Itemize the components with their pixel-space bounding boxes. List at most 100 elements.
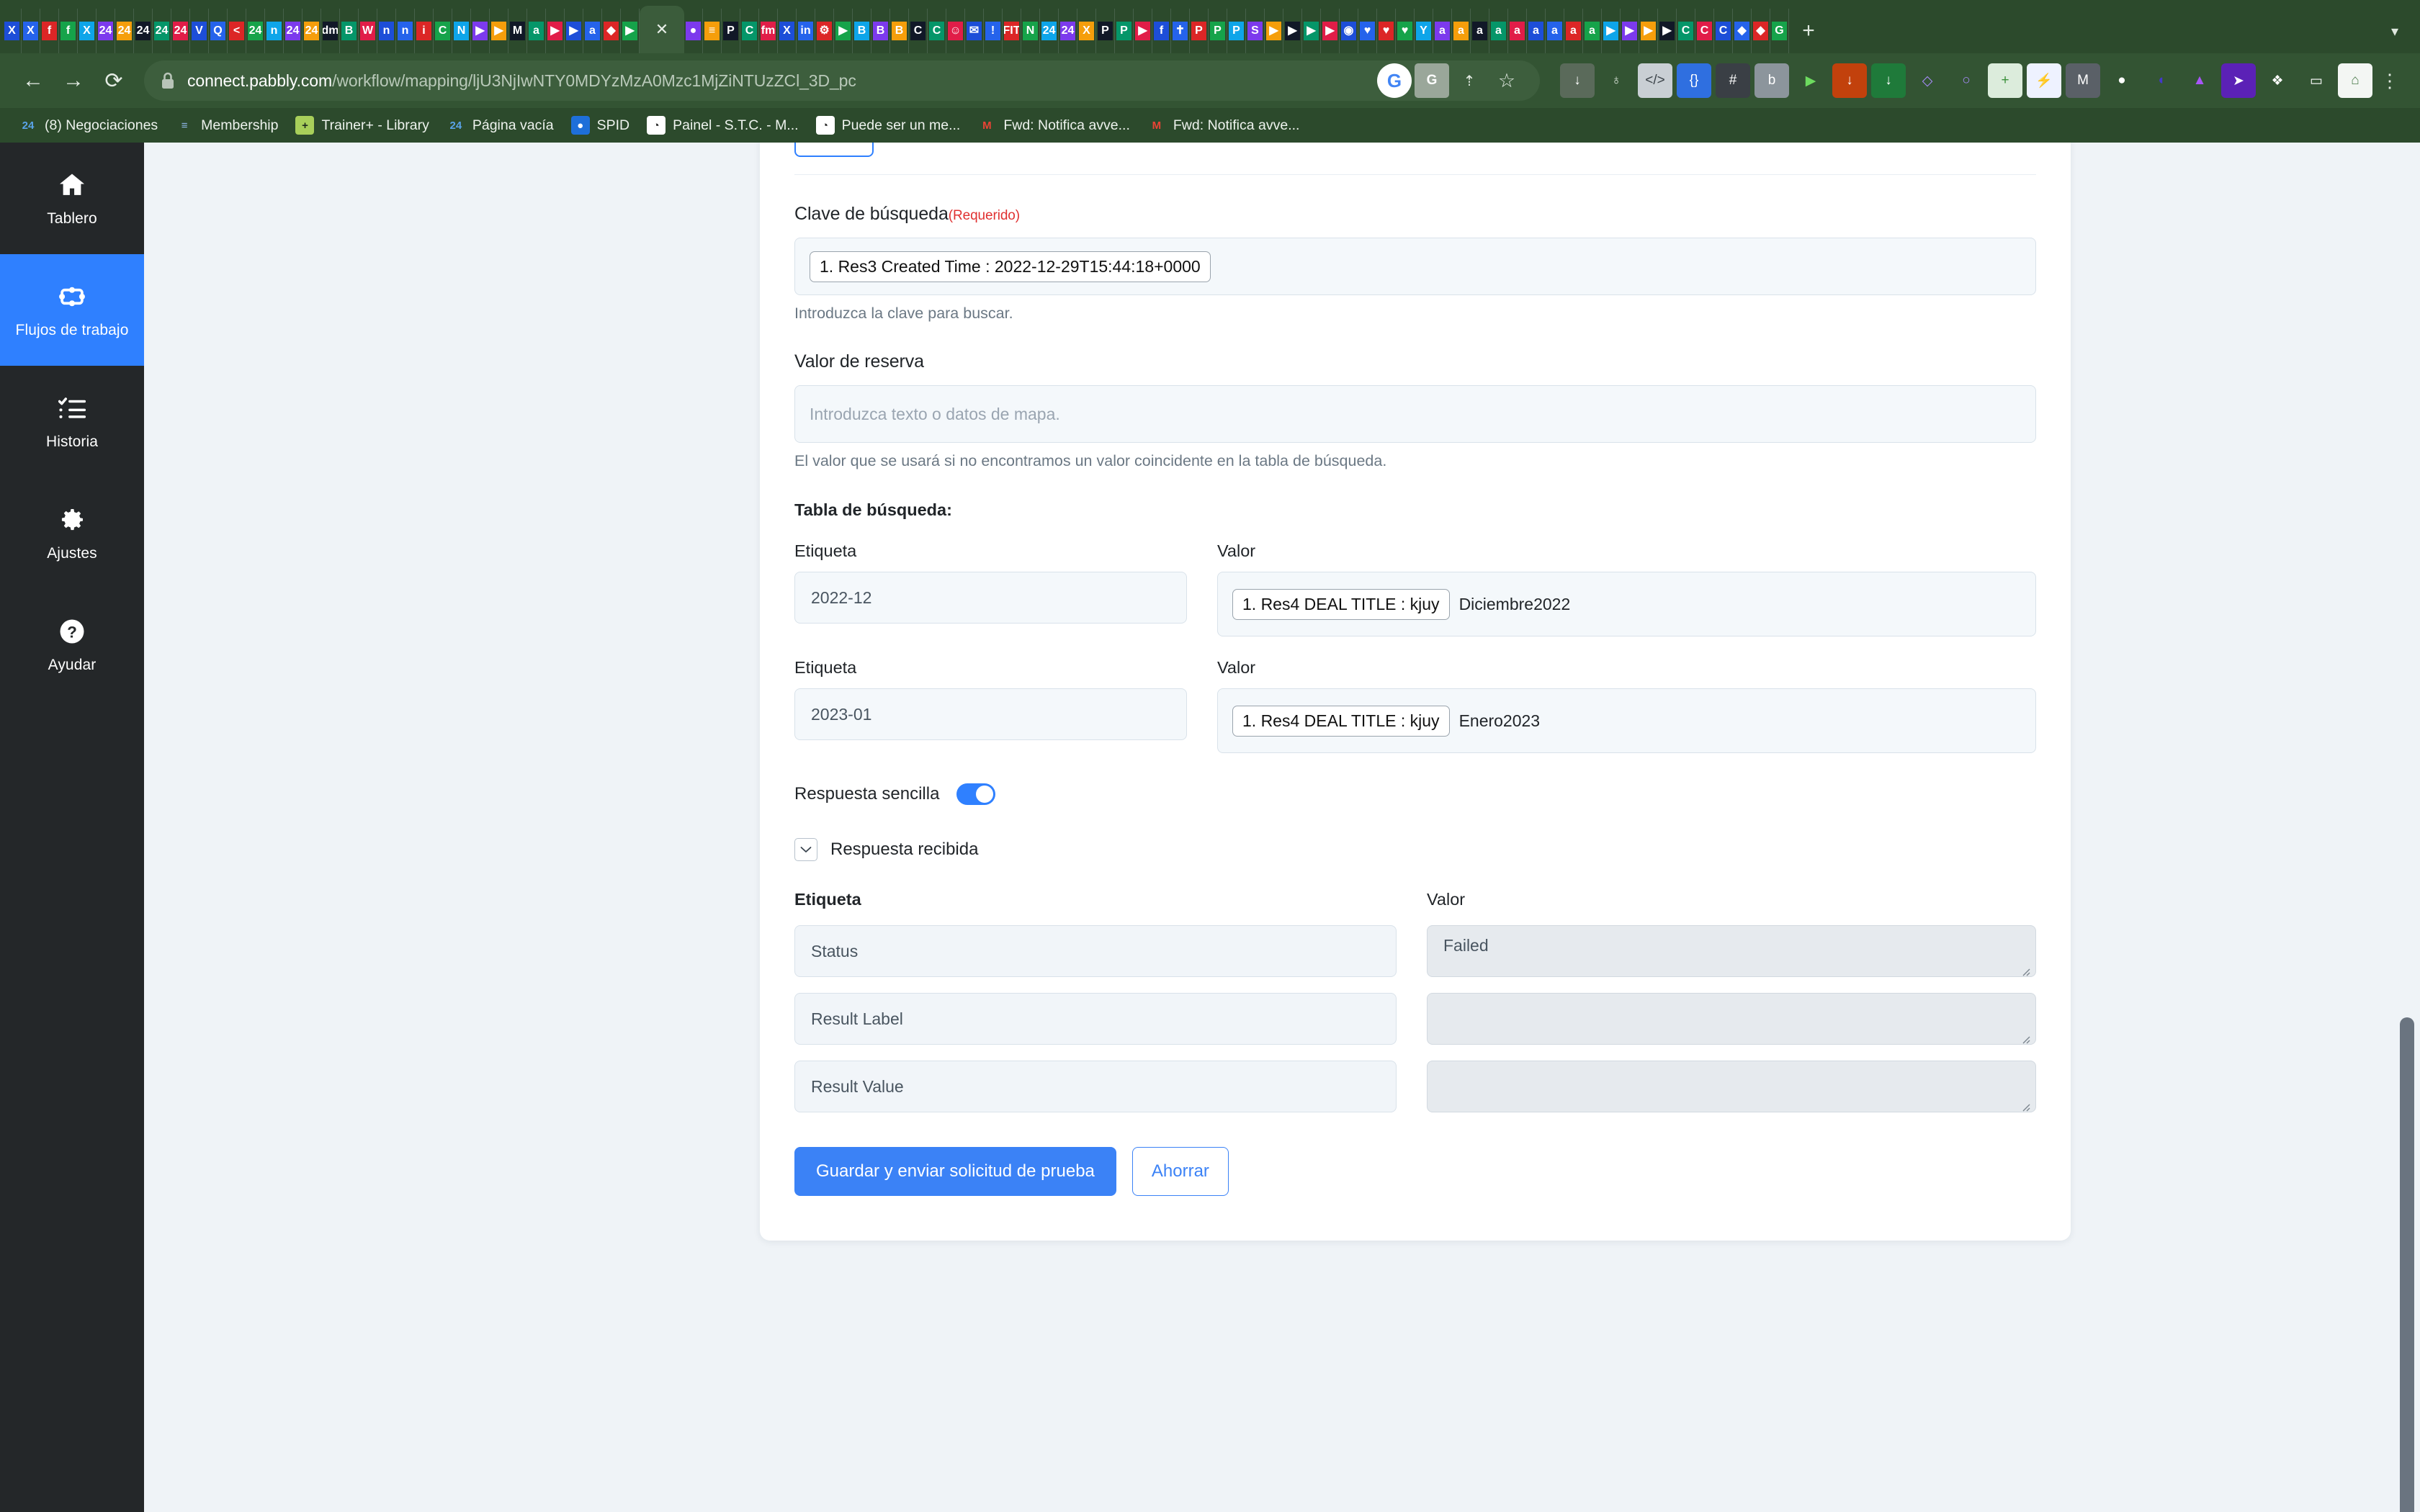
browser-tab[interactable]: C — [928, 9, 946, 53]
bookmark-item[interactable]: ● SPID — [563, 111, 639, 140]
browser-tab[interactable]: C — [434, 9, 452, 53]
browser-tab[interactable]: a — [583, 9, 602, 53]
browser-tab[interactable]: ▶ — [471, 9, 490, 53]
address-bar[interactable]: connect.pabbly.com/workflow/mapping/ljU3… — [144, 60, 1540, 101]
lookup-label-input[interactable]: 2022-12 — [794, 572, 1187, 624]
browser-tab[interactable]: ▶ — [1658, 9, 1677, 53]
browser-tab[interactable]: B — [853, 9, 871, 53]
mapped-field-chip[interactable]: 1. Res4 DEAL TITLE : kjuy — [1232, 588, 1450, 620]
browser-tab[interactable]: ▶ — [1621, 9, 1639, 53]
browser-tab[interactable]: ▶ — [1602, 9, 1621, 53]
browser-tab[interactable]: G — [1770, 9, 1789, 53]
sidebar-item-tablero[interactable]: Tablero — [0, 143, 144, 254]
video-downloader-icon[interactable]: ↓ — [1832, 63, 1867, 98]
sidebar-item-ajustes[interactable]: Ajustes — [0, 477, 144, 589]
browser-tab[interactable]: P — [722, 9, 740, 53]
browser-tab[interactable]: P — [1190, 9, 1209, 53]
browser-tab[interactable]: a — [1452, 9, 1471, 53]
browser-tab[interactable]: M — [508, 9, 527, 53]
browser-tab[interactable]: ▶ — [1283, 9, 1302, 53]
app-sidebar[interactable]: Tablero Flujos de trabajo Historia Ajustes?… — [0, 143, 144, 1512]
bookmark-star-icon[interactable]: ☆ — [1489, 63, 1524, 98]
browser-tab[interactable]: ▶ — [490, 9, 508, 53]
browser-tab[interactable]: a — [1433, 9, 1452, 53]
browser-tab[interactable]: C — [1695, 9, 1714, 53]
browser-tab[interactable]: in — [797, 9, 815, 53]
google-icon[interactable]: G — [1377, 63, 1412, 98]
response-value-textarea[interactable] — [1427, 1061, 2036, 1112]
browser-tab[interactable]: 24 — [1040, 9, 1059, 53]
browser-tab[interactable]: 24 — [115, 9, 134, 53]
browser-tab[interactable]: i — [415, 9, 434, 53]
browser-tab[interactable]: ▶ — [834, 9, 853, 53]
browser-tab[interactable]: a — [1489, 9, 1508, 53]
browser-tab[interactable]: C — [740, 9, 759, 53]
profile-avatar-icon[interactable]: ⌂ — [2338, 63, 2372, 98]
browser-tab[interactable]: a — [1583, 9, 1602, 53]
download-extension-icon[interactable]: ↓ — [1560, 63, 1595, 98]
browser-tab[interactable]: 24 — [1059, 9, 1077, 53]
bookmark-item[interactable]: ◔ Puede ser un me... — [807, 111, 969, 140]
browser-tab[interactable]: N — [1021, 9, 1040, 53]
resize-grip-icon[interactable] — [2020, 1030, 2032, 1044]
response-key-input[interactable]: Status — [794, 925, 1397, 977]
browser-tab[interactable]: ▶ — [1134, 9, 1152, 53]
browser-tab[interactable]: a — [1564, 9, 1583, 53]
rocket-extension-icon[interactable]: ◇ — [1910, 63, 1945, 98]
bookmark-item[interactable]: 24 (8) Negociaciones — [10, 111, 166, 140]
browser-tab[interactable]: a — [1527, 9, 1546, 53]
response-value-textarea[interactable] — [1427, 993, 2036, 1045]
sidebar-item-historia[interactable]: Historia — [0, 366, 144, 477]
bookmark-item[interactable]: ≡ Membership — [166, 111, 287, 140]
browser-tab[interactable]: C — [1714, 9, 1733, 53]
browser-tab[interactable]: ▶ — [1265, 9, 1283, 53]
mouse-extension-icon[interactable]: ♁ — [1599, 63, 1634, 98]
sidepanel-icon[interactable]: ▭ — [2299, 63, 2334, 98]
browser-tab[interactable]: ✝ — [1171, 9, 1190, 53]
partial-button-above-fold[interactable] — [794, 143, 874, 157]
browser-tab[interactable]: ♥ — [1396, 9, 1415, 53]
tab-strip[interactable]: X Xf f X 24 24 24 24 24 V Q <24 n 24 24 dm B Wn n i C N ▶ ▶ Ma ▶ ▶… — [0, 0, 2420, 53]
bookmark-item[interactable]: M Fwd: Notifica avve... — [1139, 111, 1309, 140]
browser-tab[interactable]: ◆ — [1752, 9, 1770, 53]
response-received-accordion[interactable]: Respuesta recibida — [794, 838, 2036, 861]
lookup-value-input[interactable]: 1. Res4 DEAL TITLE : kjuy Enero2023 — [1217, 688, 2036, 753]
browser-tab[interactable]: Q — [209, 9, 228, 53]
browser-tab[interactable]: V — [190, 9, 209, 53]
browser-tab[interactable]: S — [1246, 9, 1265, 53]
browser-tab[interactable]: X — [1077, 9, 1096, 53]
browser-tab[interactable]: 24 — [284, 9, 302, 53]
browser-tab[interactable]: ▶ — [1639, 9, 1658, 53]
mapped-field-chip[interactable]: 1. Res4 DEAL TITLE : kjuy — [1232, 705, 1450, 737]
browser-tab[interactable]: P — [1096, 9, 1115, 53]
save-and-send-test-request-button[interactable]: Guardar y enviar solicitud de prueba — [794, 1147, 1116, 1196]
close-icon[interactable]: ✕ — [655, 20, 668, 39]
save-button[interactable]: Ahorrar — [1131, 1147, 1229, 1196]
resize-grip-icon[interactable] — [2020, 963, 2032, 976]
molecule-extension-icon[interactable]: ● — [2105, 63, 2139, 98]
sendpulse-extension-icon[interactable]: ➤ — [2221, 63, 2256, 98]
browser-tab[interactable]: C — [1677, 9, 1695, 53]
browser-tab[interactable]: B — [871, 9, 890, 53]
browser-tab[interactable]: n — [265, 9, 284, 53]
browser-tab[interactable]: W — [359, 9, 377, 53]
browser-tab[interactable]: a — [527, 9, 546, 53]
browser-tab[interactable]: n — [396, 9, 415, 53]
browser-tab[interactable]: ◆ — [602, 9, 621, 53]
active-tab[interactable]: ✕ — [640, 6, 684, 53]
browser-tab[interactable]: ♥ — [1358, 9, 1377, 53]
browser-tab[interactable]: a — [1471, 9, 1489, 53]
share-icon[interactable]: ⇡ — [1452, 63, 1487, 98]
page-scrollbar-thumb[interactable] — [2400, 1017, 2414, 1512]
resize-grip-icon[interactable] — [2020, 1098, 2032, 1112]
browser-tab[interactable]: ☺ — [946, 9, 965, 53]
browser-tab[interactable]: 24 — [134, 9, 153, 53]
browser-tab[interactable]: P — [1227, 9, 1246, 53]
sidebar-item-ayudar[interactable]: ? Ayudar — [0, 589, 144, 701]
bitly-extension-icon[interactable]: b — [1754, 63, 1789, 98]
browser-tab[interactable]: a — [1508, 9, 1527, 53]
hashtag-extension-icon[interactable]: # — [1716, 63, 1750, 98]
bookmark-item[interactable]: + Trainer+ - Library — [287, 111, 437, 140]
browser-tab[interactable]: 24 — [153, 9, 171, 53]
sidebar-item-flujos-de-trabajo[interactable]: Flujos de trabajo — [0, 254, 144, 366]
